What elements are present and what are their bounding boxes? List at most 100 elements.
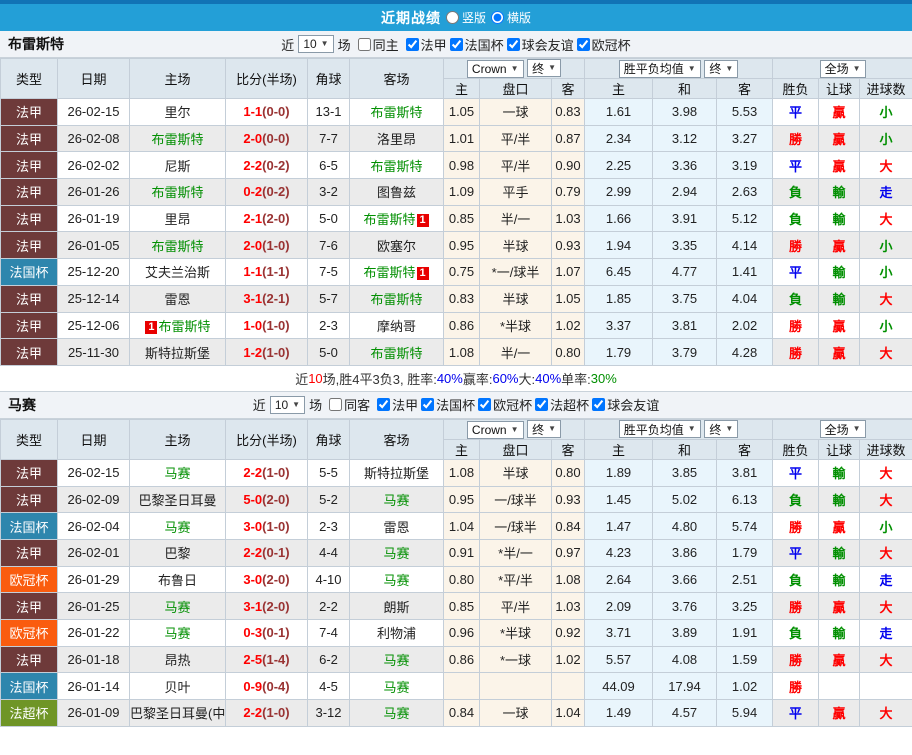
same-home-checkbox[interactable] (357, 37, 371, 51)
summary-segment: 赢率: (462, 371, 493, 387)
corner-cell: 7-4 (307, 619, 350, 647)
europe-odds-group-header: 胜平负均值 ▼ 终 ▼ (584, 58, 774, 79)
eu-draw-odds-cell: 4.08 (652, 645, 718, 674)
match-count-select[interactable]: 10 ▼ (269, 395, 306, 414)
league-checkbox[interactable] (421, 398, 435, 412)
final-odds-select[interactable]: 终 ▼ (527, 59, 562, 78)
goals-result-cell: 大 (859, 284, 912, 313)
league-checkbox[interactable] (449, 37, 463, 51)
league-filter-option[interactable]: 欧冠杯 (574, 35, 631, 54)
scope-select[interactable]: 全场 ▼ (819, 420, 866, 439)
eu-home-odds-cell: 1.45 (584, 485, 654, 514)
layout-vertical-option[interactable]: 竖版 (445, 9, 486, 26)
team-name: 马赛 (164, 519, 191, 535)
result-cell: 負 (772, 565, 820, 594)
europe-odds-select[interactable]: 胜平负均值 ▼ (618, 59, 701, 78)
same-venue-option[interactable]: 同主 (355, 35, 399, 54)
match-count-select[interactable]: 10 ▼ (298, 35, 334, 53)
eu-away-odds-cell: 3.27 (716, 124, 774, 153)
home-team-cell: 雷恩 (129, 284, 226, 313)
ah-away-odds-cell: 0.80 (550, 458, 586, 487)
eu-home-odds-cell: 1.89 (584, 458, 654, 487)
team-name: 欧塞尔 (376, 238, 416, 254)
final-odds-select[interactable]: 终 ▼ (527, 420, 562, 439)
dropdown-arrow-icon: ▼ (725, 424, 734, 434)
bookmaker-select[interactable]: Crown ▼ (466, 59, 524, 78)
league-filter-option[interactable]: 法国杯 (447, 35, 504, 54)
league-filter-option[interactable]: 法国杯 (418, 395, 475, 414)
full-score: 2-5 (243, 652, 263, 668)
final-odds-select[interactable]: 终 ▼ (704, 59, 739, 78)
league-filter-option[interactable]: 法超杯 (532, 395, 589, 414)
league-checkbox[interactable] (405, 37, 419, 51)
league-checkbox[interactable] (535, 398, 549, 412)
layout-horizontal-radio[interactable] (491, 11, 504, 24)
eu-home-odds-cell: 2.64 (584, 565, 654, 594)
asian-odds-group-header: Crown ▼ 终 ▼ (442, 418, 586, 440)
league-type-cell: 法甲 (0, 458, 58, 487)
result-cell: 勝 (772, 124, 820, 153)
match-count-value: 10 (303, 37, 317, 51)
eu-home-odds-cell: 44.09 (584, 672, 654, 701)
summary-segment: 40% (436, 370, 463, 386)
match-row: 法甲 26-01-18 昂热 2-5(1-4) 6-2 马赛 0.86 *一球 1.02 5.57… (0, 645, 912, 674)
summary-segment: 大: (518, 371, 536, 387)
handicap-result-cell: 輸 (818, 204, 861, 233)
team-name: 巴黎圣日耳曼(中) (130, 706, 226, 722)
league-checkbox-label: 法超杯 (550, 398, 590, 414)
team-name: 布雷斯特 (370, 292, 423, 308)
league-checkbox[interactable] (478, 398, 492, 412)
match-row: 法超杯 26-01-09 巴黎圣日耳曼(中) 2-2(1-0) 3-12 马赛 0.84 一球… (0, 699, 912, 727)
ah-home-odds-cell: 0.86 (443, 311, 480, 340)
team-name: 摩纳哥 (376, 318, 416, 334)
ah-home-odds-cell: 0.85 (443, 204, 480, 233)
eu-home-odds-cell: 3.71 (584, 619, 654, 647)
league-filter-option[interactable]: 法甲 (374, 395, 418, 414)
col-header-eu-home: 主 (584, 78, 654, 99)
filter-bar: 近 10 ▼ 场 同客 法甲 法国杯 欧冠杯 法超杯 球会友谊 (253, 395, 659, 414)
league-filter-option[interactable]: 法甲 (403, 35, 447, 54)
scope-select[interactable]: 全场 ▼ (819, 59, 866, 78)
team-name: 雷恩 (164, 292, 191, 308)
col-header-handicap-result: 让球 (818, 438, 861, 460)
layout-vertical-radio[interactable] (445, 11, 459, 24)
league-checkbox[interactable] (592, 398, 606, 412)
final-odds-select[interactable]: 终 ▼ (704, 420, 739, 439)
ah-home-odds-cell: 1.08 (443, 338, 480, 366)
eu-draw-odds-cell: 3.85 (652, 458, 718, 487)
corner-cell: 5-7 (307, 284, 350, 313)
dropdown-arrow-icon: ▼ (687, 63, 696, 73)
league-filter-option[interactable]: 球会友谊 (504, 35, 574, 54)
scope-value: 全场 (824, 62, 849, 76)
eu-away-odds-cell: 2.02 (716, 311, 774, 340)
team-name: 里尔 (164, 105, 191, 121)
date-cell: 26-02-15 (57, 458, 130, 487)
handicap-cell: *一/球半 (479, 258, 552, 286)
league-filter-option[interactable]: 欧冠杯 (475, 395, 532, 414)
same-away-checkbox[interactable] (329, 398, 343, 412)
same-venue-option[interactable]: 同客 (326, 395, 370, 414)
home-team-cell: 马赛 (129, 619, 226, 647)
away-team-cell: 雷恩 (349, 512, 444, 540)
final-value: 终 (532, 61, 545, 76)
layout-horizontal-option[interactable]: 横版 (491, 9, 531, 26)
eu-away-odds-cell: 3.81 (716, 458, 774, 487)
home-team-cell: 马赛 (129, 592, 226, 620)
team-name: 马赛 (383, 572, 410, 588)
europe-odds-select[interactable]: 胜平负均值 ▼ (618, 420, 701, 439)
handicap-cell: 一球 (479, 98, 552, 126)
handicap-cell: 一/球半 (479, 512, 552, 540)
full-score: 3-1 (243, 598, 263, 614)
bookmaker-value: Crown (471, 422, 507, 437)
league-type-cell: 法甲 (0, 592, 58, 620)
goals-result-cell: 走 (859, 619, 912, 647)
final-value: 终 (532, 422, 545, 437)
league-checkbox[interactable] (506, 37, 520, 51)
corner-cell: 4-4 (307, 538, 350, 567)
league-filter-option[interactable]: 球会友谊 (589, 395, 659, 414)
league-checkbox[interactable] (576, 37, 590, 51)
league-checkbox[interactable] (377, 398, 391, 412)
bookmaker-select[interactable]: Crown ▼ (466, 420, 524, 439)
col-header-ah-away: 客 (550, 438, 586, 460)
league-filter-group: 法甲 法国杯 欧冠杯 法超杯 球会友谊 (374, 395, 659, 414)
